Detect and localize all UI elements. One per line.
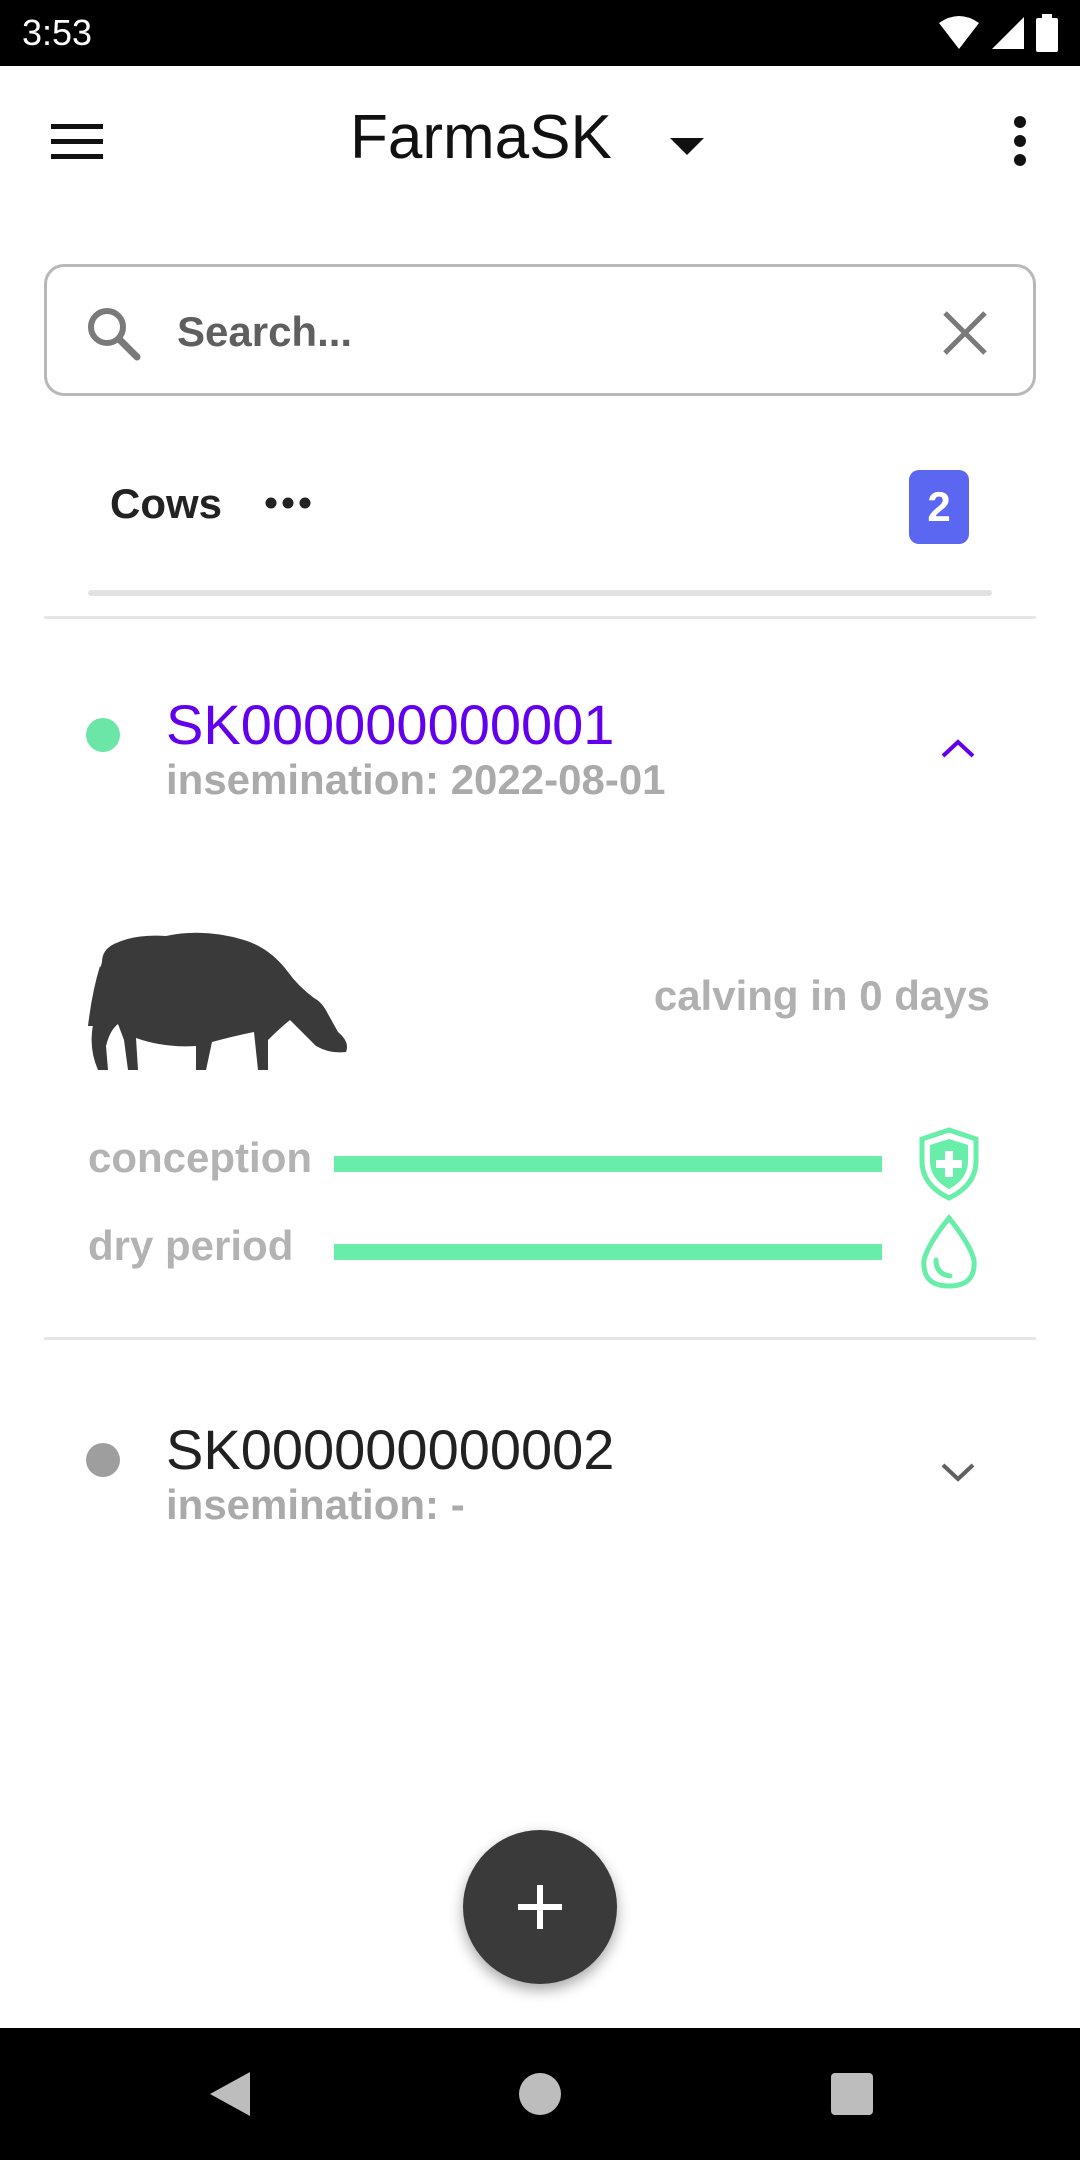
metric-label: dry period: [88, 1222, 294, 1269]
divider: [44, 1337, 1036, 1340]
cows-section-header: Cows 2: [44, 460, 1036, 620]
status-time: 3:53: [22, 12, 93, 53]
home-icon: [519, 2073, 561, 2115]
nav-back-button[interactable]: [200, 2064, 260, 2124]
more-horiz-icon: [265, 497, 311, 509]
more-vert-icon: [1014, 116, 1026, 166]
collapse-button[interactable]: [930, 720, 986, 776]
signal-icon: [992, 17, 1024, 49]
count-badge: 2: [909, 470, 969, 544]
cow-image: [88, 932, 347, 1070]
progress-fill: [334, 1156, 882, 1172]
plus-icon: [518, 1885, 562, 1929]
chevron-up-icon: [941, 739, 975, 758]
menu-button[interactable]: [40, 110, 114, 174]
section-more-button[interactable]: [258, 478, 318, 528]
add-cow-button[interactable]: [463, 1830, 617, 1984]
chevron-down-icon: [941, 1463, 975, 1482]
search-input[interactable]: [177, 297, 937, 367]
metric-conception: conception: [44, 1124, 1036, 1204]
cow-details: calving in 0 days conception dry period: [44, 900, 1036, 1300]
dry-period-progress-bar: [334, 1244, 882, 1260]
calving-text: calving in 0 days: [653, 972, 990, 1019]
clear-search-icon[interactable]: [937, 305, 993, 361]
search-icon: [88, 308, 141, 361]
conception-progress-bar: [334, 1156, 882, 1172]
back-icon: [210, 2072, 250, 2116]
water-drop-icon: [914, 1212, 984, 1292]
divider: [44, 616, 1036, 619]
metric-label: conception: [88, 1134, 313, 1181]
farm-dropdown-button[interactable]: [662, 122, 712, 172]
overflow-menu-button[interactable]: [990, 106, 1050, 176]
recents-icon: [831, 2073, 873, 2115]
search-box: [44, 264, 1036, 396]
expand-button[interactable]: [930, 1445, 986, 1501]
cow-insemination: insemination: 2022-08-01: [166, 756, 666, 803]
app-bar: FarmaSK: [0, 66, 1080, 220]
cow-id: SK000000000001: [166, 693, 615, 756]
nav-recents-button[interactable]: [822, 2064, 882, 2124]
status-icons: [938, 14, 1058, 52]
app-title: FarmaSK: [350, 103, 612, 172]
progress-fill: [334, 1244, 882, 1260]
status-bar: 3:53: [0, 0, 1080, 66]
tab-indicator: [88, 590, 992, 596]
caret-down-icon: [670, 138, 704, 155]
shield-plus-icon: [914, 1124, 984, 1204]
wifi-icon: [939, 16, 979, 49]
battery-icon: [1036, 14, 1058, 52]
cow-insemination: insemination: -: [166, 1481, 465, 1528]
cow-id: SK000000000002: [166, 1418, 615, 1481]
metric-dry-period: dry period: [44, 1212, 1036, 1292]
cow-list-item[interactable]: SK000000000002 insemination: -: [44, 1411, 1036, 1551]
hamburger-icon: [51, 124, 103, 159]
section-label: Cows: [110, 480, 223, 527]
system-nav-bar: [0, 2028, 1080, 2160]
status-dot: [86, 1443, 120, 1477]
nav-home-button[interactable]: [510, 2064, 570, 2124]
status-dot: [86, 718, 120, 752]
cow-list-item[interactable]: SK000000000001 insemination: 2022-08-01: [44, 686, 1036, 826]
